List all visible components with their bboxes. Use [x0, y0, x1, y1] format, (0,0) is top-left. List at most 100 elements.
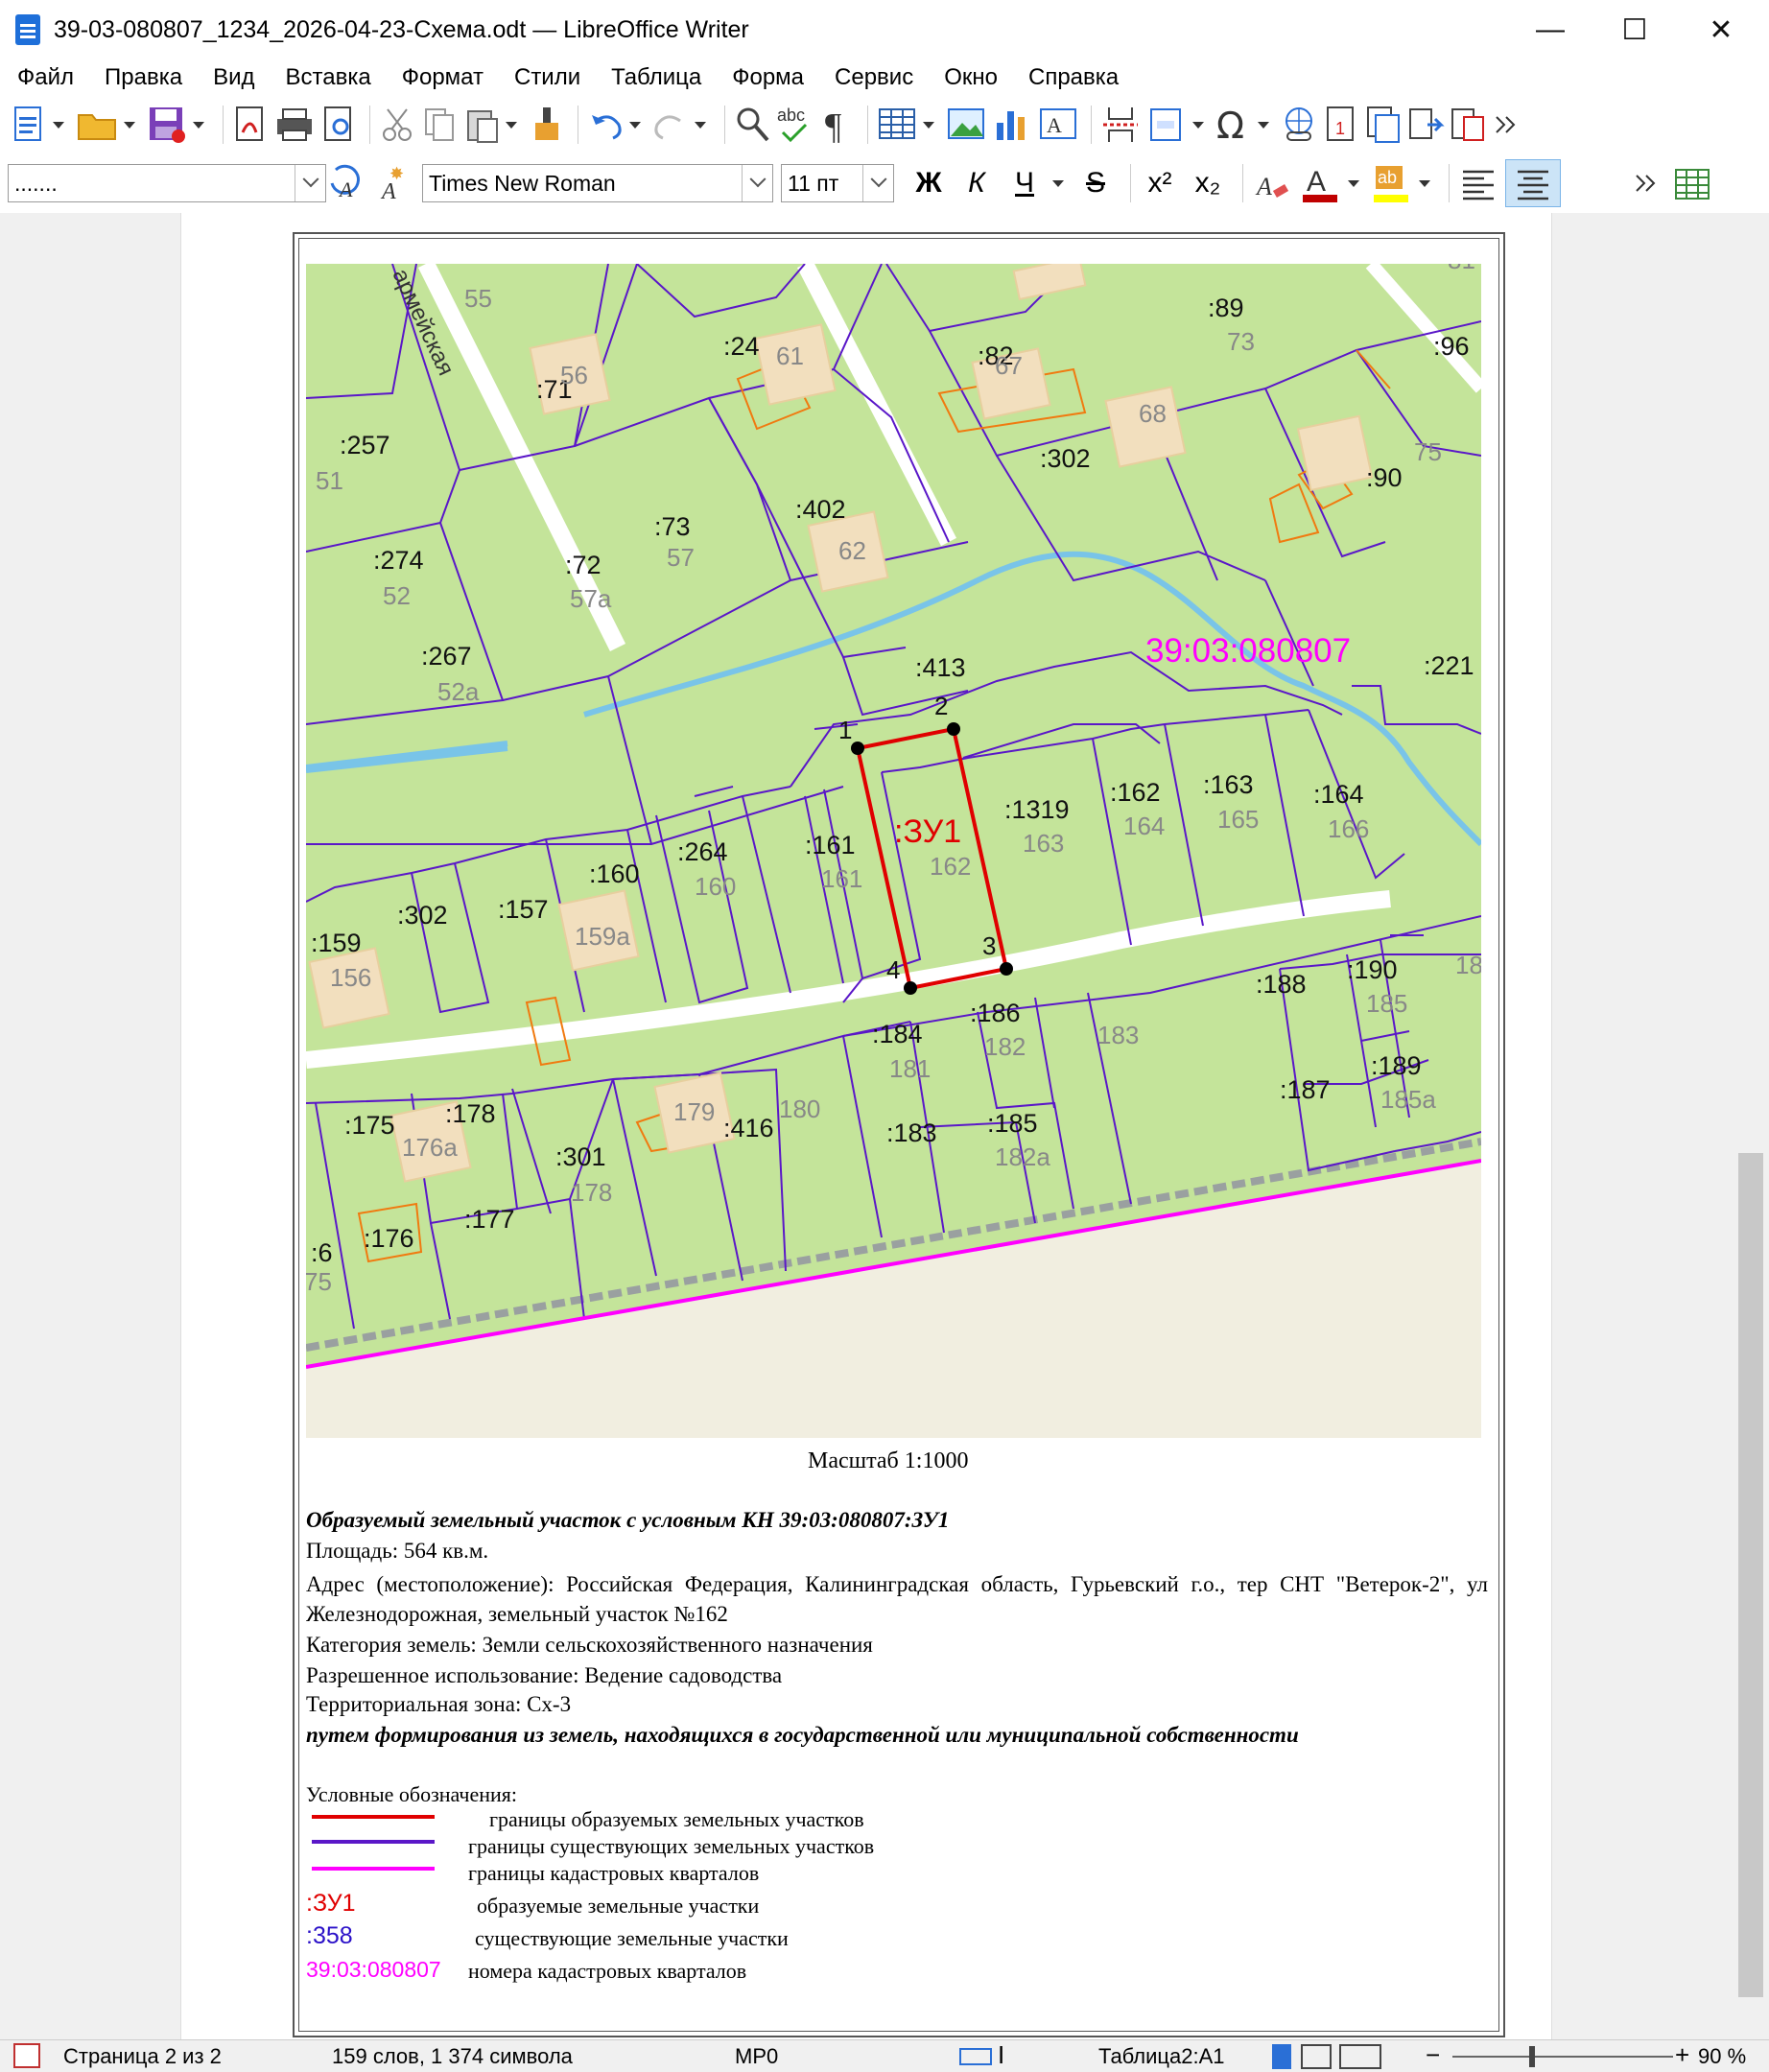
document-modified-icon[interactable]	[13, 2043, 40, 2068]
menu-view[interactable]: Вид	[213, 64, 254, 91]
update-style-icon[interactable]: A	[326, 159, 368, 207]
legend-item: границы образуемых земельных участков	[489, 1807, 864, 1831]
insert-textbox-icon[interactable]: A	[1037, 101, 1079, 149]
undo-icon[interactable]	[586, 101, 625, 149]
menu-tools[interactable]: Сервис	[835, 64, 913, 91]
font-color-dropdown[interactable]	[1347, 159, 1360, 207]
house-number: 160	[695, 872, 736, 901]
scrollbar-thumb[interactable]	[1738, 1153, 1763, 1997]
more-options-icon[interactable]	[1624, 159, 1666, 207]
multi-page-view-icon[interactable]	[1301, 2044, 1332, 2069]
chevron-down-icon[interactable]	[862, 165, 893, 201]
clear-formatting-icon[interactable]: A	[1251, 159, 1293, 207]
superscript-button[interactable]: x²	[1139, 159, 1181, 207]
strikethrough-button[interactable]: S	[1074, 159, 1117, 207]
page-indicator[interactable]: Страница 2 из 2	[63, 2044, 222, 2069]
spelling-icon[interactable]: abc	[775, 101, 817, 149]
new-style-icon[interactable]: ✸ A	[374, 159, 416, 207]
highlight-dropdown[interactable]	[1418, 159, 1431, 207]
selection-mode-icon[interactable]	[959, 2048, 992, 2065]
special-character-dropdown[interactable]	[1257, 101, 1270, 149]
insert-comment-icon[interactable]	[1364, 101, 1403, 149]
compare-icon[interactable]	[1449, 101, 1487, 149]
open-dropdown[interactable]	[123, 101, 136, 149]
cut-icon[interactable]	[378, 101, 416, 149]
menu-format[interactable]: Формат	[402, 64, 484, 91]
redo-dropdown[interactable]	[694, 101, 707, 149]
open-folder-icon[interactable]	[75, 101, 119, 149]
hyperlink-icon[interactable]	[1280, 101, 1318, 149]
legend-magenta-line	[312, 1867, 435, 1871]
paste-dropdown[interactable]	[505, 101, 518, 149]
align-center-icon[interactable]	[1505, 159, 1561, 207]
chevron-down-icon[interactable]	[742, 165, 772, 201]
font-size-select[interactable]: 11 пт	[781, 164, 894, 202]
paragraph-style-select[interactable]: .......	[8, 164, 326, 202]
undo-dropdown[interactable]	[628, 101, 642, 149]
print-icon[interactable]	[273, 101, 316, 149]
menu-styles[interactable]: Стили	[514, 64, 580, 91]
insert-field-icon[interactable]	[1145, 101, 1188, 149]
clone-formatting-icon[interactable]	[528, 101, 566, 149]
align-left-icon[interactable]	[1457, 159, 1499, 207]
svg-text:A: A	[1047, 113, 1062, 137]
legend-item: границы кадастровых кварталов	[468, 1861, 760, 1885]
subscript-button[interactable]: x₂	[1187, 159, 1229, 207]
paste-icon[interactable]	[462, 101, 501, 149]
single-page-view-icon[interactable]	[1272, 2044, 1291, 2069]
italic-button[interactable]: К	[955, 159, 998, 207]
zoom-in-icon[interactable]: +	[1675, 2040, 1689, 2070]
paragraph-style-value: .......	[14, 170, 58, 196]
bold-button[interactable]: Ж	[908, 159, 950, 207]
insert-image-icon[interactable]	[945, 101, 987, 149]
highlight-color-icon[interactable]: ab	[1370, 159, 1412, 207]
table-dropdown[interactable]	[922, 101, 935, 149]
export-pdf-icon[interactable]	[231, 101, 270, 149]
menu-form[interactable]: Форма	[732, 64, 804, 91]
underline-button[interactable]: Ч	[1003, 159, 1046, 207]
zoom-slider[interactable]	[1452, 2056, 1673, 2058]
new-dropdown[interactable]	[52, 101, 65, 149]
field-dropdown[interactable]	[1191, 101, 1205, 149]
menu-help[interactable]: Справка	[1028, 64, 1119, 91]
vertical-scrollbar[interactable]	[1734, 213, 1769, 2039]
footnote-icon[interactable]: 1	[1322, 101, 1360, 149]
font-name-value: Times New Roman	[429, 170, 616, 196]
zoom-level[interactable]: 90 %	[1698, 2044, 1746, 2069]
font-color-icon[interactable]: A	[1299, 159, 1341, 207]
maximize-button[interactable]: ☐	[1591, 0, 1679, 59]
legend-item: границы существующих земельных участков	[468, 1834, 875, 1858]
save-icon[interactable]	[146, 101, 188, 149]
chevron-down-icon[interactable]	[295, 165, 325, 201]
zoom-slider-handle[interactable]	[1529, 2046, 1535, 2067]
formatting-marks-icon[interactable]: ¶	[821, 101, 856, 149]
font-size-value: 11 пт	[788, 170, 839, 196]
save-dropdown[interactable]	[192, 101, 205, 149]
menu-file[interactable]: Файл	[17, 64, 74, 91]
menu-table[interactable]: Таблица	[611, 64, 701, 91]
language-indicator[interactable]: МР0	[735, 2044, 778, 2069]
table-grid-icon[interactable]	[1672, 159, 1714, 207]
minimize-button[interactable]: —	[1506, 0, 1594, 59]
book-view-icon[interactable]	[1339, 2044, 1381, 2069]
menu-window[interactable]: Окно	[944, 64, 998, 91]
underline-dropdown[interactable]	[1051, 159, 1065, 207]
page-break-icon[interactable]	[1099, 101, 1142, 149]
insert-table-icon[interactable]	[876, 101, 918, 149]
zoom-out-icon[interactable]: −	[1426, 2040, 1440, 2070]
close-button[interactable]: ✕	[1677, 0, 1765, 59]
copy-icon[interactable]	[420, 101, 459, 149]
track-changes-icon[interactable]	[1406, 101, 1445, 149]
special-character-icon[interactable]: Ω	[1215, 101, 1253, 149]
print-preview-icon[interactable]	[319, 101, 358, 149]
more-options-icon[interactable]	[1491, 101, 1520, 149]
word-count[interactable]: 159 слов, 1 374 символа	[332, 2044, 573, 2069]
menu-edit[interactable]: Правка	[105, 64, 182, 91]
redo-icon[interactable]	[651, 101, 690, 149]
new-document-icon[interactable]	[10, 101, 48, 149]
house-number: 73	[1227, 327, 1255, 356]
find-replace-icon[interactable]	[733, 101, 771, 149]
menu-insert[interactable]: Вставка	[286, 64, 371, 91]
font-name-select[interactable]: Times New Roman	[422, 164, 773, 202]
insert-chart-icon[interactable]	[991, 101, 1033, 149]
